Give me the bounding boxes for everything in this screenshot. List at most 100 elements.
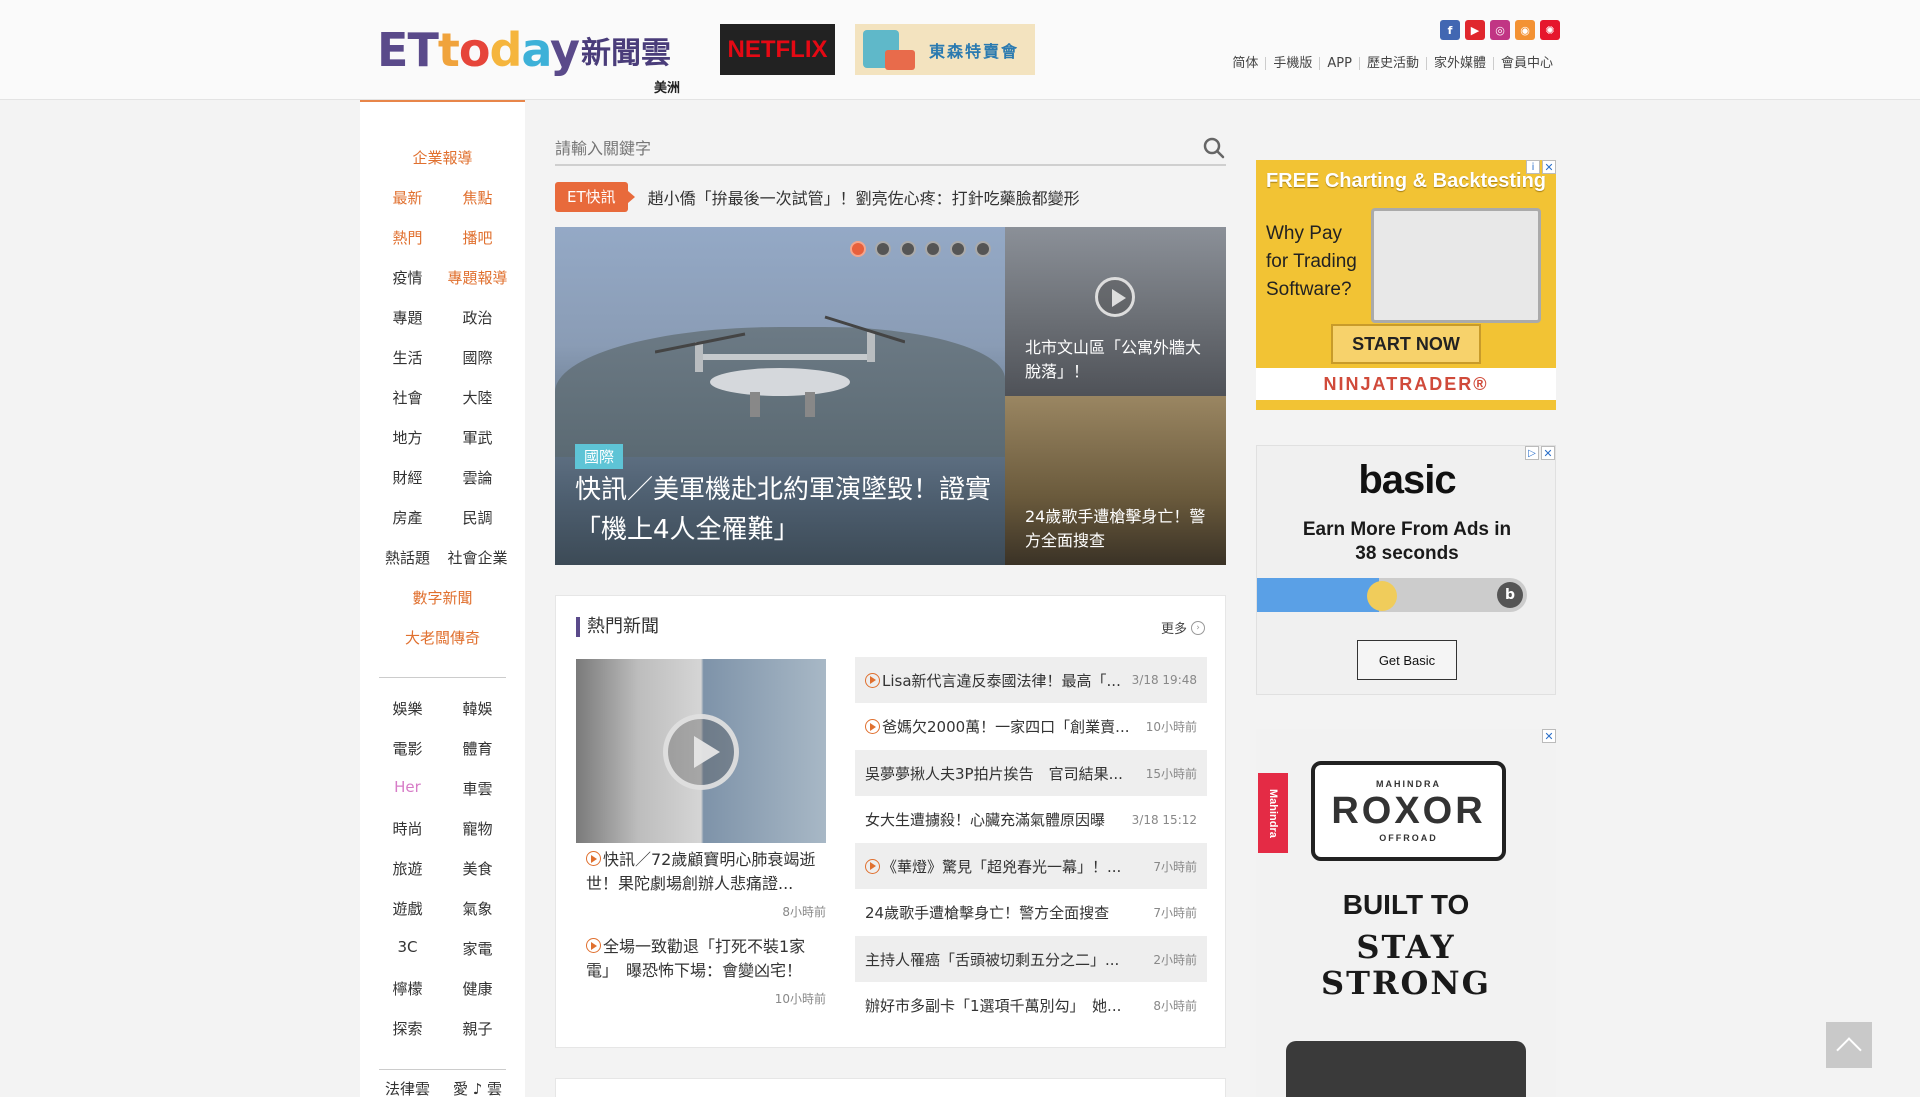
- news-title: 吳夢夢揪人夫3P拍片挨告 官司結果...: [865, 764, 1123, 783]
- list-item[interactable]: 吳夢夢揪人夫3P拍片挨告 官司結果... 15小時前: [855, 750, 1207, 796]
- sidebar-item[interactable]: 專題報導: [448, 267, 508, 288]
- sidebar-item[interactable]: 焦點: [448, 187, 508, 208]
- news-title: 辦好市多副卡「1選項千萬別勾」 她...: [865, 997, 1122, 1015]
- carousel-dot[interactable]: [950, 241, 966, 257]
- sidebar-item[interactable]: 地方: [378, 427, 438, 448]
- sidebar-item[interactable]: 播吧: [448, 227, 508, 248]
- sidebar-item[interactable]: 生活: [378, 347, 438, 368]
- list-item[interactable]: Lisa新代言違反泰國法律！最高「... 3/18 19:48: [855, 657, 1207, 703]
- sidebar-item[interactable]: 親子: [448, 1018, 508, 1039]
- sidebar-item[interactable]: 最新: [378, 187, 438, 208]
- news-title: 主持人罹癌「舌頭被切剩五分之二」...: [865, 950, 1120, 969]
- sidebar-item[interactable]: 檸檬: [378, 978, 438, 999]
- flash-headline[interactable]: 趙小僑「拚最後一次試管」！劉亮佐心疼：打針吃藥臉都變形: [648, 185, 1080, 209]
- sidebar-item[interactable]: 法律雲: [378, 1078, 438, 1097]
- carousel-dot[interactable]: [925, 241, 941, 257]
- sidebar-item[interactable]: 美食: [448, 858, 508, 879]
- carousel-dot[interactable]: [850, 241, 866, 257]
- sidebar-item[interactable]: 房產: [378, 507, 438, 528]
- site-logo[interactable]: ETtoday 新聞雲: [377, 22, 671, 78]
- top-nav-item[interactable]: 简体: [1225, 57, 1265, 70]
- top-nav-item[interactable]: 家外媒體: [1425, 57, 1493, 70]
- sidebar-item[interactable]: 企業報導: [412, 149, 472, 167]
- hero-category-badge[interactable]: 國際: [575, 444, 624, 469]
- sidebar-item[interactable]: 民調: [448, 507, 508, 528]
- sidebar-item[interactable]: 遊戲: [378, 898, 438, 919]
- sidebar-item[interactable]: 探索: [378, 1018, 438, 1039]
- sidebar-item[interactable]: 家電: [448, 938, 508, 959]
- ad-cta-button[interactable]: Get Basic: [1357, 640, 1457, 680]
- search-icon[interactable]: [1202, 136, 1226, 160]
- top-nav-item[interactable]: 會員中心: [1492, 57, 1560, 70]
- sidebar-item[interactable]: 數字新聞: [412, 589, 472, 607]
- news-time: 8小時前: [1153, 999, 1197, 1013]
- search-bar: [555, 133, 1226, 166]
- sidebar-item[interactable]: Her: [378, 778, 438, 799]
- basket-icon: [885, 50, 915, 70]
- top-nav-item[interactable]: 歷史活動: [1358, 57, 1426, 70]
- sidebar-item[interactable]: 電影: [378, 738, 438, 759]
- instagram-icon[interactable]: ◎: [1490, 20, 1510, 40]
- sidebar-item[interactable]: 疫情: [378, 267, 438, 288]
- sidebar-item[interactable]: 大老闆傳奇: [405, 629, 480, 647]
- more-link[interactable]: 更多 ›: [1161, 618, 1205, 637]
- sidebar-item[interactable]: 愛 ♪ 雲: [448, 1078, 508, 1097]
- sidebar-item[interactable]: 韓娛: [448, 698, 508, 719]
- facebook-icon[interactable]: f: [1440, 20, 1460, 40]
- side-story-card[interactable]: 北市文山區「公寓外牆大脫落」！: [1005, 227, 1226, 396]
- hero-headline[interactable]: 快訊／美軍機赴北約軍演墜毀！證實「機上4人全罹難」: [575, 470, 995, 550]
- list-item[interactable]: 全場一致勸退「打死不裝1家電」 曝恐怖下場：會變凶宅！ 10小時前: [586, 935, 826, 1011]
- sidebar-item[interactable]: 3C: [378, 938, 438, 959]
- carousel-dot[interactable]: [875, 241, 891, 257]
- sidebar-item[interactable]: 熱門: [378, 227, 438, 248]
- list-item[interactable]: 辦好市多副卡「1選項千萬別勾」 她... 8小時前: [855, 983, 1207, 1029]
- sidebar-item[interactable]: 熱話題: [378, 547, 438, 568]
- sidebar-item[interactable]: 政治: [448, 307, 508, 328]
- weibo-icon[interactable]: ✺: [1540, 20, 1560, 40]
- list-item[interactable]: 24歲歌手遭槍擊身亡！警方全面搜查 7小時前: [855, 890, 1207, 936]
- sidebar-item[interactable]: 娛樂: [378, 698, 438, 719]
- back-to-top-button[interactable]: [1826, 1022, 1872, 1068]
- sidebar-item[interactable]: 時尚: [378, 818, 438, 839]
- featured-video-thumbnail[interactable]: [576, 659, 826, 843]
- sidebar-item[interactable]: 社會: [378, 387, 438, 408]
- osprey-aircraft-image: [655, 315, 905, 417]
- sidebar-item[interactable]: 氣象: [448, 898, 508, 919]
- search-input[interactable]: [555, 133, 1155, 163]
- ad-cta-button[interactable]: START NOW: [1331, 324, 1481, 364]
- ad-close-icon[interactable]: ✕: [1542, 729, 1556, 743]
- sidebar-item[interactable]: 健康: [448, 978, 508, 999]
- list-item[interactable]: 快訊／72歲顧寶明心肺衰竭逝世！果陀劇場創辦人悲痛證... 8小時前: [586, 848, 826, 924]
- tokyo-sale-banner-ad[interactable]: 東森特賣會: [855, 24, 1035, 75]
- sidebar-item[interactable]: 旅遊: [378, 858, 438, 879]
- list-item[interactable]: 爸媽欠2000萬！一家四口「創業賣... 10小時前: [855, 704, 1207, 750]
- youtube-icon[interactable]: ▶: [1465, 20, 1485, 40]
- sidebar-item[interactable]: 軍武: [448, 427, 508, 448]
- side-story-card[interactable]: 24歲歌手遭槍擊身亡！警方全面搜查: [1005, 396, 1226, 565]
- basic-ad[interactable]: ▷ ✕ basic Earn More From Ads in 38 secon…: [1256, 445, 1556, 695]
- top-nav-item[interactable]: 手機版: [1265, 57, 1319, 70]
- sidebar-item[interactable]: 財經: [378, 467, 438, 488]
- list-item[interactable]: 主持人罹癌「舌頭被切剩五分之二」... 2小時前: [855, 936, 1207, 982]
- hero-carousel[interactable]: 國際 快訊／美軍機赴北約軍演墜毀！證實「機上4人全罹難」: [555, 227, 1005, 565]
- sidebar-item[interactable]: 社會企業: [448, 547, 508, 568]
- sidebar-item[interactable]: 車雲: [448, 778, 508, 799]
- netflix-banner-ad[interactable]: NETFLIX: [720, 24, 835, 75]
- region-label[interactable]: 美洲: [654, 77, 680, 96]
- top-nav-item[interactable]: APP: [1319, 57, 1359, 70]
- sidebar-item[interactable]: 寵物: [448, 818, 508, 839]
- sidebar-item[interactable]: 大陸: [448, 387, 508, 408]
- sidebar-item[interactable]: 專題: [378, 307, 438, 328]
- sidebar-item[interactable]: 雲論: [448, 467, 508, 488]
- roxor-ad[interactable]: ✕ Mahindra MAHINDRA ROXOR OFFROAD BUILT …: [1256, 729, 1556, 1097]
- carousel-dot[interactable]: [900, 241, 916, 257]
- ninjatrader-ad[interactable]: i ✕ FREE Charting & Backtesting Why Pay …: [1256, 160, 1556, 410]
- list-item[interactable]: 《華燈》驚見「超兇春光一幕」！... 7小時前: [855, 843, 1207, 889]
- carousel-dot[interactable]: [975, 241, 991, 257]
- sidebar-item[interactable]: 體育: [448, 738, 508, 759]
- ad-tagline-2: STAY STRONG: [1321, 928, 1491, 1002]
- rss-icon[interactable]: ◉: [1515, 20, 1535, 40]
- sidebar-item[interactable]: 國際: [448, 347, 508, 368]
- play-icon: [663, 714, 739, 790]
- list-item[interactable]: 女大生遭擄殺！心臟充滿氣體原因曝 3/18 15:12: [855, 797, 1207, 843]
